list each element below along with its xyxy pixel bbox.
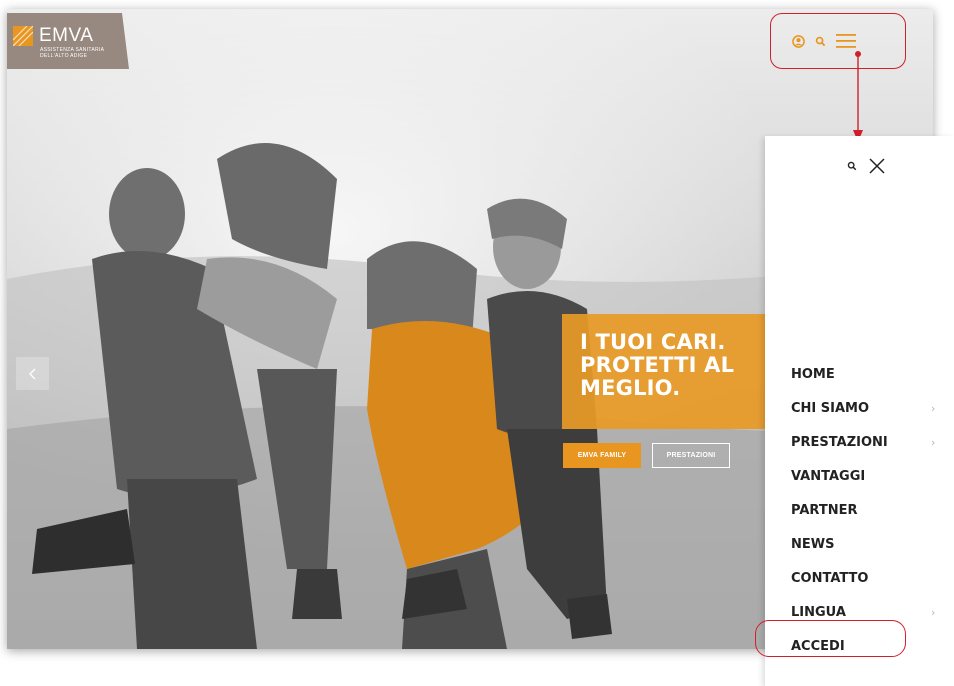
menu-item-label: PRESTAZIONI	[791, 434, 888, 450]
chevron-right-icon: ›	[931, 435, 936, 449]
chevron-right-icon: ›	[931, 401, 936, 415]
annotation-arrow	[853, 51, 863, 142]
menu-item-partner[interactable]: PARTNER	[791, 493, 941, 527]
accedi-highlight	[755, 620, 906, 657]
menu-item-label: VANTAGGI	[791, 468, 866, 484]
logo-wordmark: EMVA	[39, 25, 94, 46]
menu-item-news[interactable]: NEWS	[791, 527, 941, 561]
menu-search-icon[interactable]	[847, 161, 857, 171]
menu-item-contatto[interactable]: CONTATTO	[791, 561, 941, 595]
menu-item-vantaggi[interactable]: VANTAGGI	[791, 459, 941, 493]
close-icon[interactable]	[869, 158, 885, 174]
side-menu-panel: HOME CHI SIAMO › PRESTAZIONI › VANTAGGI PA…	[765, 136, 954, 686]
menu-item-label: HOME	[791, 366, 835, 382]
menu-item-label: PARTNER	[791, 502, 858, 518]
menu-top-bar	[847, 158, 885, 174]
hero-title: I TUOI CARI. PROTETTI AL MEGLIO.	[580, 331, 780, 400]
chevron-right-icon: ›	[931, 605, 936, 619]
menu-item-label: CHI SIAMO	[791, 400, 870, 416]
hero-title-line-2: PROTETTI AL	[580, 353, 735, 377]
hero-title-line-1: I TUOI CARI.	[580, 330, 726, 354]
menu-item-chi-siamo[interactable]: CHI SIAMO ›	[791, 391, 941, 425]
carousel-prev-button[interactable]	[16, 357, 49, 390]
menu-item-label: LINGUA	[791, 604, 846, 620]
menu-item-prestazioni[interactable]: PRESTAZIONI ›	[791, 425, 941, 459]
menu-item-label: CONTATTO	[791, 570, 869, 586]
header-icons-highlight	[770, 13, 906, 69]
menu-item-home[interactable]: HOME	[791, 357, 941, 391]
menu-list: HOME CHI SIAMO › PRESTAZIONI › VANTAGGI PA…	[791, 357, 941, 663]
hero-title-line-3: MEGLIO.	[580, 376, 681, 400]
emva-family-button[interactable]: EMVA FAMILY	[563, 443, 641, 468]
screenshot-stage: EMVA ASSISTENZA SANITARIA DELL'ALTO ADIG…	[0, 0, 954, 686]
chevron-left-icon	[28, 368, 35, 379]
site-logo[interactable]: EMVA ASSISTENZA SANITARIA DELL'ALTO ADIG…	[7, 13, 129, 69]
logo-mark-icon	[13, 26, 33, 46]
prestazioni-button[interactable]: PRESTAZIONI	[652, 443, 730, 468]
menu-item-label: NEWS	[791, 536, 835, 552]
logo-subtitle-line-2: DELL'ALTO ADIGE	[40, 53, 88, 59]
logo-subtitle: ASSISTENZA SANITARIA DELL'ALTO ADIGE	[40, 47, 120, 59]
